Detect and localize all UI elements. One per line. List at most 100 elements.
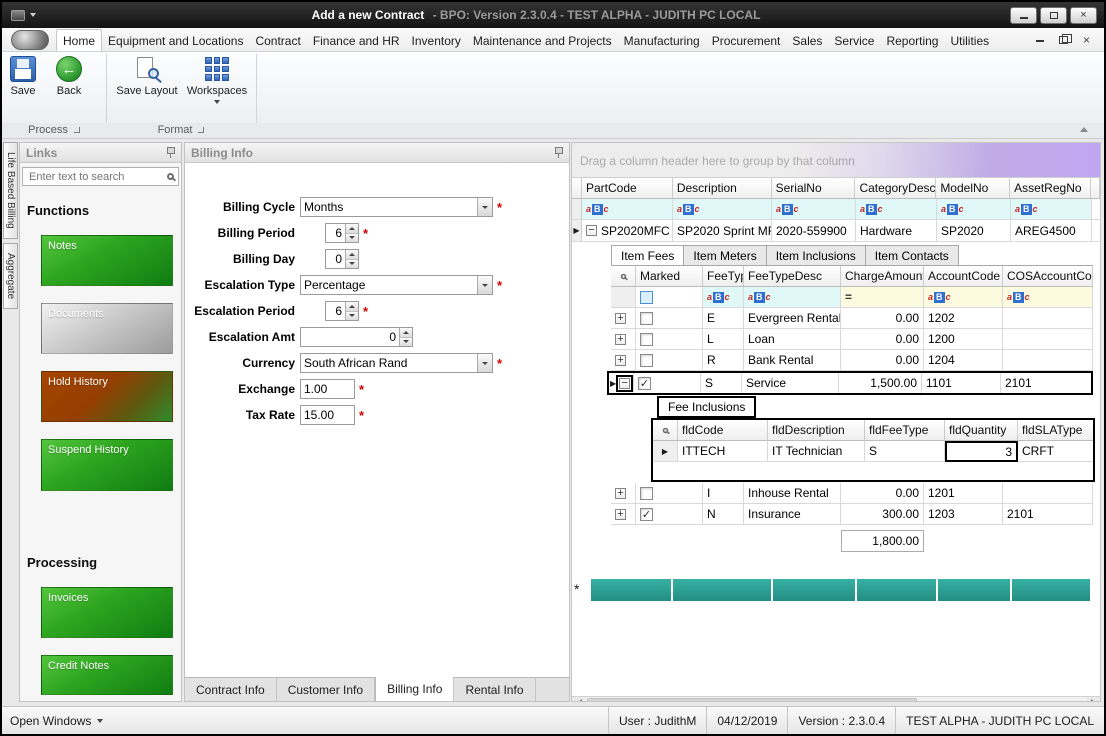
new-cell[interactable]: [857, 579, 936, 601]
checkbox-unchecked[interactable]: [640, 312, 653, 325]
expand-cell[interactable]: +: [611, 350, 636, 371]
account-code-cell[interactable]: 1204: [924, 350, 1003, 371]
fee-desc-cell[interactable]: Bank Rental: [744, 350, 841, 371]
tab-customer-info[interactable]: Customer Info: [277, 678, 375, 701]
checkbox-unchecked[interactable]: [640, 487, 653, 500]
spin-up-icon[interactable]: [346, 302, 358, 311]
description-cell[interactable]: SP2020 Sprint MFC: [673, 220, 772, 242]
cos-account-cell[interactable]: 2101: [1003, 504, 1093, 525]
checkbox-checked[interactable]: [638, 377, 651, 390]
fee-type-cell[interactable]: I: [703, 483, 744, 504]
dropdown-button[interactable]: [477, 276, 492, 294]
collapse-icon[interactable]: −: [619, 378, 630, 389]
mdi-close-icon[interactable]: ×: [1083, 34, 1090, 46]
spin-up-icon[interactable]: [346, 250, 358, 259]
column-header[interactable]: FeeTypeDesc: [744, 266, 841, 287]
tab-billing-info[interactable]: Billing Info: [375, 677, 454, 701]
dialog-launcher-icon[interactable]: [198, 127, 204, 133]
cos-account-cell[interactable]: [1003, 483, 1093, 504]
fee-desc-cell[interactable]: Service: [742, 373, 839, 393]
column-header[interactable]: AccountCode: [924, 266, 1003, 287]
fee-desc-cell[interactable]: Insurance: [744, 504, 841, 525]
filter-cell[interactable]: aBc: [772, 199, 856, 220]
new-cell[interactable]: [673, 579, 771, 601]
scroll-right-icon[interactable]: [1086, 697, 1100, 702]
suspend-history-button[interactable]: Suspend History: [41, 439, 173, 491]
tab-rental-info[interactable]: Rental Info: [454, 678, 535, 701]
marked-filter-cell[interactable]: [636, 287, 703, 308]
fee-row[interactable]: + N Insurance 300.00 1203 2101: [611, 504, 1093, 525]
back-button[interactable]: ← Back: [56, 56, 82, 97]
mdi-minimize-icon[interactable]: [1036, 40, 1044, 42]
charge-amount-cell[interactable]: 1,500.00: [839, 373, 922, 393]
model-cell[interactable]: SP2020: [937, 220, 1011, 242]
tab-item-contacts[interactable]: Item Contacts: [865, 245, 959, 265]
cos-account-cell[interactable]: [1003, 308, 1093, 329]
group-by-bar[interactable]: Drag a column header here to group by th…: [572, 143, 1100, 178]
serial-no-cell[interactable]: 2020-559900: [772, 220, 856, 242]
column-header[interactable]: fldFeeType: [865, 420, 945, 441]
filter-cell[interactable]: aBc: [582, 199, 673, 220]
dropdown-button[interactable]: [477, 354, 492, 372]
fees-search-header[interactable]: [611, 266, 636, 287]
filter-cell[interactable]: aBc: [856, 199, 937, 220]
fee-type-cell[interactable]: R: [703, 350, 744, 371]
new-cell[interactable]: [1012, 579, 1090, 601]
maximize-button[interactable]: [1040, 7, 1067, 24]
account-code-cell[interactable]: 1101: [922, 373, 1001, 393]
expand-icon[interactable]: +: [615, 313, 626, 324]
fee-type-cell[interactable]: S: [701, 373, 742, 393]
marked-cell[interactable]: [634, 373, 701, 393]
spin-down-icon[interactable]: [346, 311, 358, 321]
minimize-button[interactable]: [1010, 7, 1037, 24]
currency-select[interactable]: South African Rand: [300, 353, 493, 373]
ribbon-tab-inventory[interactable]: Inventory: [406, 30, 467, 51]
fld-description-cell[interactable]: IT Technician: [768, 441, 865, 462]
expand-cell[interactable]: ▶ −: [609, 373, 634, 393]
pin-icon[interactable]: [166, 147, 175, 158]
ribbon-tab-reporting[interactable]: Reporting: [880, 30, 944, 51]
collapse-icon[interactable]: −: [586, 225, 597, 236]
ribbon-tab-maintenance-and-projects[interactable]: Maintenance and Projects: [467, 30, 618, 51]
side-tab-life-based-billing[interactable]: Life Based Billing: [3, 142, 18, 239]
billing-day-spinner[interactable]: 0: [325, 249, 359, 269]
new-item-row[interactable]: *: [572, 579, 1100, 601]
exchange-field[interactable]: 1.00: [300, 379, 355, 399]
search-icon[interactable]: [167, 173, 174, 180]
part-code-cell[interactable]: −SP2020MFC: [582, 220, 673, 242]
marked-cell[interactable]: [636, 504, 703, 525]
amount-filter-cell[interactable]: =: [841, 287, 924, 308]
fld-code-cell[interactable]: ITTECH: [678, 441, 768, 462]
invoices-button[interactable]: Invoices: [41, 587, 173, 638]
spin-down-icon[interactable]: [400, 337, 412, 347]
tab-contract-info[interactable]: Contract Info: [185, 678, 277, 701]
fee-desc-cell[interactable]: Evergreen Rental: [744, 308, 841, 329]
account-code-cell[interactable]: 1202: [924, 308, 1003, 329]
marked-cell[interactable]: [636, 308, 703, 329]
expand-cell[interactable]: +: [611, 483, 636, 504]
fee-desc-cell[interactable]: Inhouse Rental: [744, 483, 841, 504]
cos-account-cell[interactable]: [1003, 350, 1093, 371]
fee-row[interactable]: + E Evergreen Rental 0.00 1202: [611, 308, 1093, 329]
mdi-restore-icon[interactable]: [1059, 36, 1068, 44]
expand-icon[interactable]: +: [615, 488, 626, 499]
escalation-type-select[interactable]: Percentage: [300, 275, 493, 295]
save-button[interactable]: Save: [10, 56, 36, 97]
marked-cell[interactable]: [636, 329, 703, 350]
column-header[interactable]: ModelNo: [936, 178, 1010, 199]
fld-quantity-cell-highlighted[interactable]: 3: [945, 441, 1018, 462]
fee-row-service-highlighted[interactable]: ▶ − S Service 1,500.00 1101 2101: [607, 371, 1093, 395]
charge-amount-cell[interactable]: 0.00: [841, 308, 924, 329]
documents-button[interactable]: Documents: [41, 303, 173, 354]
ribbon-tab-finance-and-hr[interactable]: Finance and HR: [307, 30, 406, 51]
filter-cell[interactable]: aBc: [937, 199, 1011, 220]
column-header[interactable]: Description: [673, 178, 772, 199]
expand-icon[interactable]: +: [615, 334, 626, 345]
workspaces-button[interactable]: Workspaces: [184, 56, 250, 104]
column-header[interactable]: fldQuantity: [945, 420, 1018, 441]
save-layout-button[interactable]: Save Layout: [114, 56, 180, 97]
credit-notes-button[interactable]: Credit Notes: [41, 655, 173, 695]
cos-account-cell[interactable]: 2101: [1001, 373, 1091, 393]
spin-up-icon[interactable]: [400, 328, 412, 337]
dialog-launcher-icon[interactable]: [74, 127, 80, 133]
